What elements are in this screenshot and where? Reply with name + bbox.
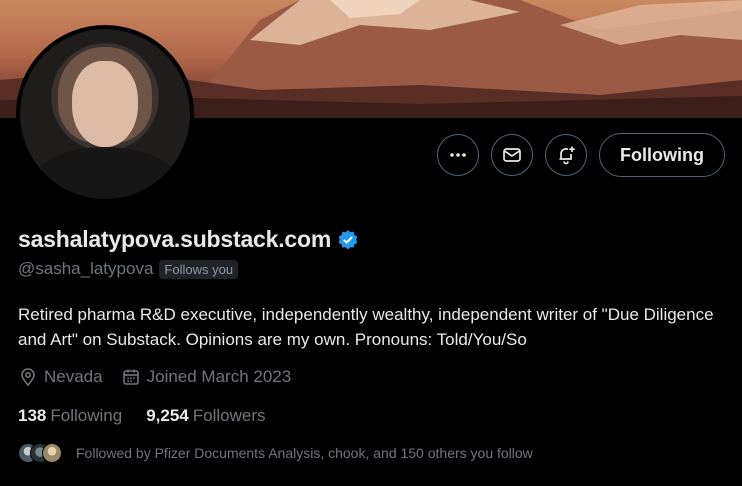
followed-by-avatars	[18, 443, 62, 463]
joined-item: Joined March 2023	[121, 367, 292, 387]
bell-plus-icon	[559, 146, 575, 165]
following-link[interactable]: 138 Following	[18, 406, 122, 426]
location-pin-icon	[21, 368, 35, 387]
follows-you-badge: Follows you	[159, 259, 239, 279]
profile-avatar[interactable]	[16, 25, 194, 203]
message-button[interactable]	[491, 134, 534, 176]
followers-count: 9,254	[146, 406, 189, 425]
profile-stats: 138 Following 9,254 Followers	[18, 406, 289, 426]
location-item: Nevada	[18, 367, 103, 387]
profile-actions: Following	[437, 133, 725, 177]
calendar-icon	[122, 369, 139, 385]
followers-link[interactable]: 9,254 Followers	[146, 406, 265, 426]
display-name: sashalatypova.substack.com	[18, 226, 332, 252]
avatar-photo	[20, 29, 190, 199]
following-button[interactable]: Following	[599, 133, 725, 177]
notifications-button[interactable]	[545, 134, 588, 176]
profile-name-row: sashalatypova.substack.com	[18, 226, 359, 253]
mini-avatar	[42, 443, 62, 463]
followed-by-text: Followed by Pfizer Documents Analysis, c…	[76, 445, 533, 461]
location-text: Nevada	[44, 367, 103, 386]
followed-by-row[interactable]: Followed by Pfizer Documents Analysis, c…	[18, 443, 533, 463]
profile-meta: Nevada Joined March 2023	[18, 367, 309, 387]
following-count: 138	[18, 406, 47, 425]
more-button[interactable]	[437, 134, 480, 176]
user-handle: @sasha_latypova	[18, 259, 154, 278]
followers-label: Followers	[192, 406, 266, 425]
handle-row: @sasha_latypova Follows you	[18, 259, 239, 279]
mail-icon	[503, 148, 521, 162]
verified-badge-icon[interactable]	[337, 229, 359, 251]
following-label: Following	[50, 406, 123, 425]
profile-bio: Retired pharma R&D executive, independen…	[18, 305, 714, 349]
more-icon	[450, 153, 466, 157]
joined-text: Joined March 2023	[146, 367, 292, 386]
